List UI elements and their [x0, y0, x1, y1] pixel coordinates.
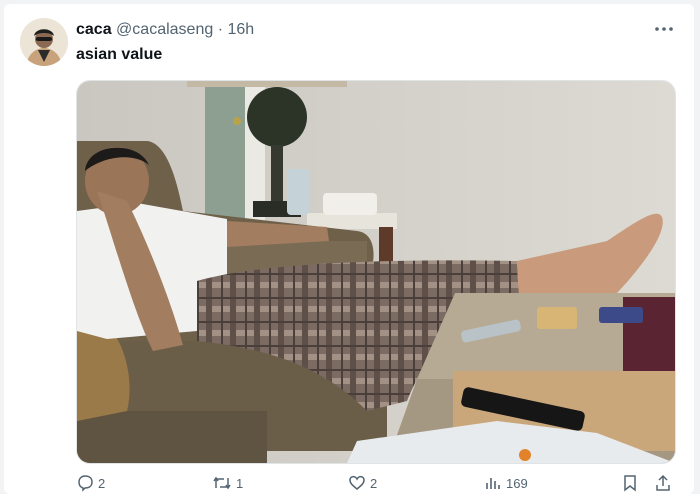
tweet-text: asian value — [76, 46, 163, 63]
tweet-header: caca @cacalaseng · 16h — [76, 19, 254, 41]
tweet-photo[interactable] — [76, 80, 676, 464]
avatar[interactable] — [20, 18, 68, 66]
handle[interactable]: @cacalaseng — [116, 21, 213, 38]
tweet-time[interactable]: 16h — [227, 21, 254, 38]
reply-button[interactable]: 2 — [76, 474, 105, 492]
share-button[interactable] — [654, 474, 672, 492]
avatar-image — [20, 18, 68, 66]
like-icon — [348, 474, 366, 492]
bookmark-icon — [622, 474, 638, 492]
reply-count: 2 — [98, 475, 106, 491]
more-dots-icon[interactable] — [650, 18, 678, 40]
display-name[interactable]: caca — [76, 21, 112, 38]
retweet-button[interactable]: 1 — [212, 474, 243, 492]
views-icon — [484, 474, 502, 492]
bookmark-button[interactable] — [622, 474, 638, 492]
views-count: 169 — [506, 475, 528, 491]
meta-separator: · — [217, 21, 224, 38]
like-button[interactable]: 2 — [348, 474, 377, 492]
retweet-icon — [212, 474, 232, 492]
like-count: 2 — [370, 475, 378, 491]
retweet-count: 1 — [236, 475, 244, 491]
share-icon — [654, 474, 672, 492]
views-button[interactable]: 169 — [484, 474, 528, 492]
reply-icon — [76, 474, 94, 492]
photo-image — [77, 81, 675, 463]
tweet-actions: 2 1 2 169 — [76, 474, 676, 492]
